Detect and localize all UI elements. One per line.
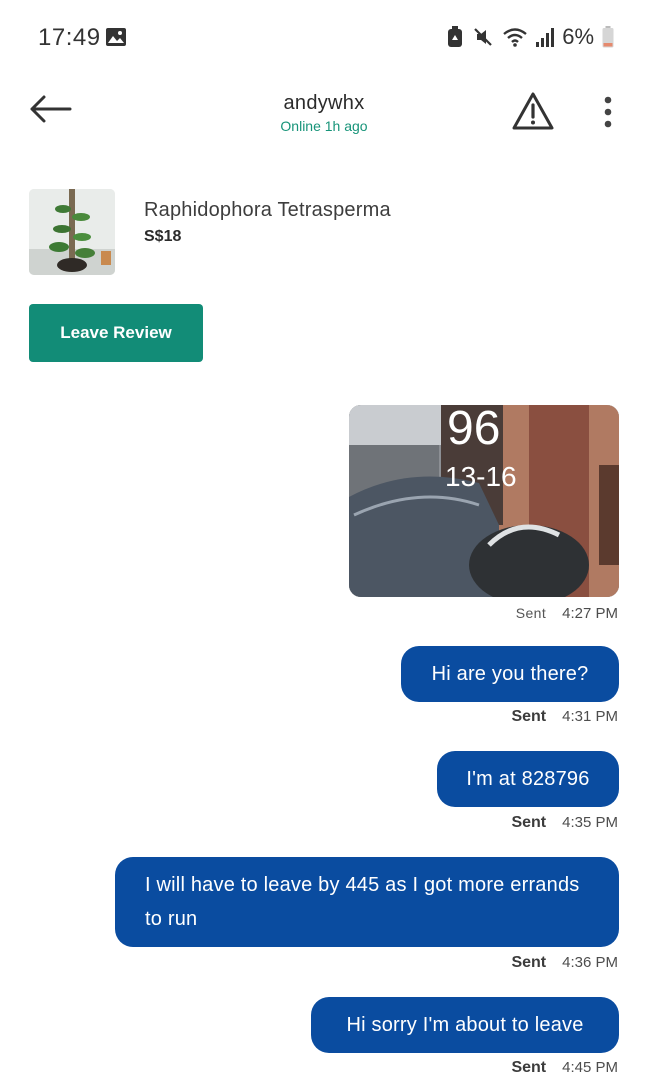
message-meta: Sent 4:36 PM [511,954,618,972]
message-meta: Sent 4:27 PM [516,605,618,622]
wifi-icon [502,26,528,48]
battery-saver-icon [446,26,464,48]
chat-header: andywhx Online 1h ago [0,76,648,152]
gallery-icon [105,27,127,47]
message-time: 4:35 PM [562,814,618,831]
message-text: I'm at 828796 [466,767,590,790]
more-options-button[interactable] [594,92,622,132]
listing-image[interactable] [29,189,115,275]
listing-card[interactable]: Raphidophora Tetrasperma S$18 [29,189,391,275]
listing-price: S$18 [144,228,182,245]
message-status: Sent [511,954,547,971]
signal-icon [536,27,555,47]
warning-icon [512,92,554,130]
status-time: 17:49 [38,24,101,51]
message-meta: Sent 4:45 PM [511,1059,618,1077]
listing-title: Raphidophora Tetrasperma [144,199,391,221]
message-time: 4:45 PM [562,1059,618,1076]
message-status: Sent [511,814,547,831]
photo-overlay-range: 13-16 [445,461,517,492]
message-bubble[interactable]: I'm at 828796 [437,751,619,807]
mute-icon [472,26,494,48]
message-text: Hi are you there? [431,662,589,685]
message-meta: Sent 4:35 PM [511,814,618,832]
message-text: Hi sorry I'm about to leave [346,1013,584,1036]
message-meta: Sent 4:31 PM [511,708,618,726]
message-time: 4:27 PM [562,605,618,622]
photo-overlay-number: 96 [447,405,501,455]
report-button[interactable] [508,88,558,134]
message-text: I will have to leave by 445 as I got mor… [145,874,580,930]
message-time: 4:31 PM [562,708,618,725]
battery-percentage: 6% [562,24,594,49]
message-status: Sent [511,1059,547,1076]
status-bar: 17:49 6% [0,0,648,76]
battery-icon [602,26,614,48]
photo-message[interactable]: 96 13-16 [349,405,619,597]
message-status: Sent [515,605,547,621]
message-time: 4:36 PM [562,954,618,971]
message-bubble[interactable]: Hi are you there? [401,646,619,702]
message-bubble[interactable]: Hi sorry I'm about to leave [311,997,619,1053]
leave-review-button[interactable]: Leave Review [29,304,203,362]
message-bubble[interactable]: I will have to leave by 445 as I got mor… [115,857,619,947]
more-vertical-icon [604,96,612,128]
message-status: Sent [511,708,547,725]
